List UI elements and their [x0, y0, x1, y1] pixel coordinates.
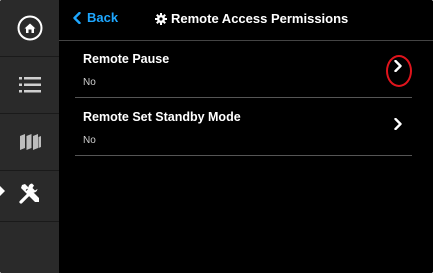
- sidebar: [0, 0, 59, 273]
- sidebar-item-home[interactable]: [0, 0, 59, 57]
- tools-icon: [18, 183, 39, 204]
- setting-row-remote-pause[interactable]: Remote Pause No: [75, 41, 412, 98]
- list-icon: [18, 77, 41, 93]
- page-title: Remote Access Permissions: [155, 11, 348, 26]
- top-bar: Back Remote Access Permissions: [59, 0, 433, 41]
- device-screen: Back Remote Access Permissions Remote Pa…: [0, 0, 433, 273]
- gear-icon: [155, 12, 167, 25]
- setting-label: Remote Set Standby Mode: [83, 110, 241, 124]
- setting-value: No: [83, 77, 96, 88]
- back-label: Back: [87, 10, 119, 25]
- page-title-text: Remote Access Permissions: [171, 11, 349, 26]
- sidebar-item-panels[interactable]: [0, 114, 59, 171]
- chevron-left-icon: [73, 11, 81, 24]
- sidebar-item-list[interactable]: [0, 57, 59, 114]
- back-button[interactable]: Back: [73, 10, 118, 25]
- chevron-right-icon: [394, 118, 402, 130]
- setting-value: No: [83, 135, 96, 146]
- highlight-circle: [386, 55, 412, 87]
- panels-icon: [19, 134, 41, 150]
- setting-label: Remote Pause: [83, 52, 170, 66]
- active-indicator: [0, 186, 5, 196]
- sidebar-item-empty: [0, 222, 59, 273]
- setting-row-remote-standby[interactable]: Remote Set Standby Mode No: [75, 99, 412, 156]
- main-panel: Back Remote Access Permissions Remote Pa…: [59, 0, 433, 273]
- home-icon: [17, 15, 42, 41]
- sidebar-item-tools[interactable]: [0, 165, 59, 222]
